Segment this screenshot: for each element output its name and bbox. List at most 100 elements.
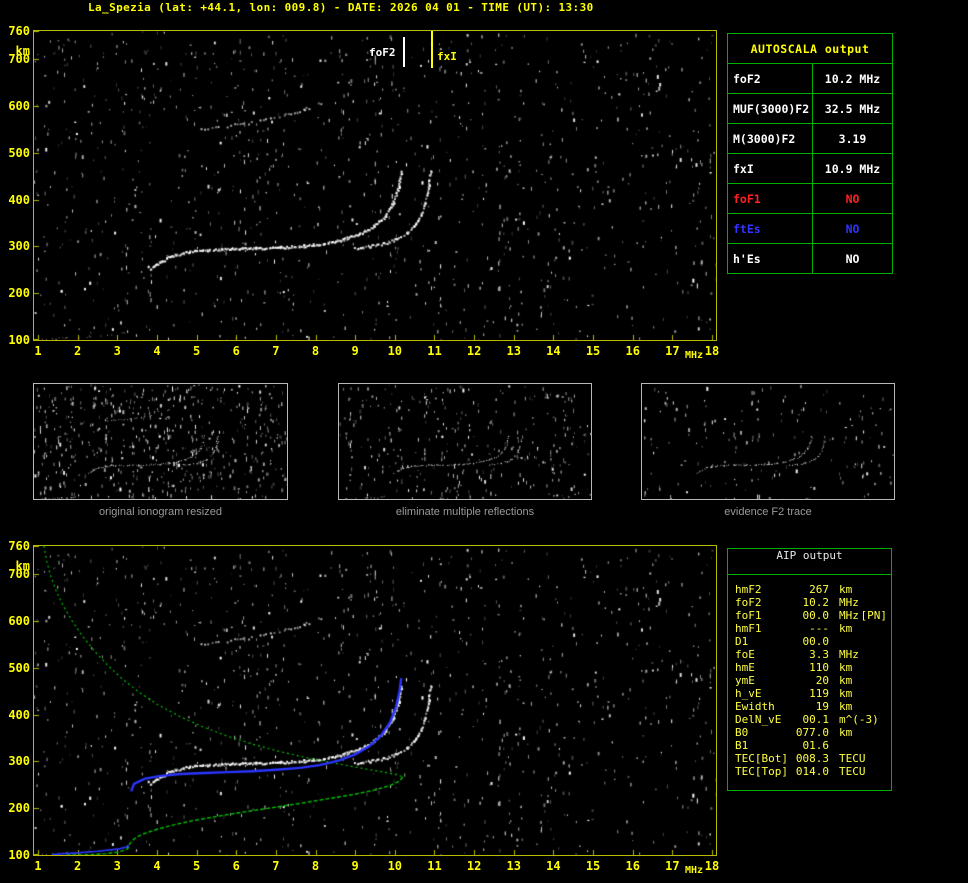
autoscala-header: AUTOSCALA output [727, 33, 893, 64]
x-axis-tick-label: 2 [74, 344, 82, 358]
autoscala-param-value: 10.9 MHz [812, 153, 893, 184]
x-axis-tick-label: 11 [427, 859, 442, 873]
x-axis-tick-label: 12 [466, 859, 482, 873]
aip-param-unit: km [839, 622, 853, 635]
y-axis-tick-label: 300 [8, 239, 30, 254]
y-axis-tick-label: 200 [8, 286, 30, 301]
autoscala-param-label: M(3000)F2 [727, 123, 813, 154]
x-axis-tick-label: 9 [351, 344, 359, 358]
fxi-label: fxI [437, 50, 457, 63]
fxi-marker-line [431, 31, 433, 68]
aip-param-unit: MHz [839, 609, 859, 622]
aip-param-flag: [PN] [860, 609, 888, 622]
x-axis-tick-label: 15 [585, 859, 601, 873]
autoscala-param-label: MUF(3000)F2 [727, 93, 813, 124]
x-axis-tick-label: 6 [232, 344, 240, 358]
autoscala-param-value: 32.5 MHz [812, 93, 893, 124]
autoscala-param-label: foF1 [727, 183, 813, 214]
aip-param-value: 19 [815, 700, 829, 713]
autoscala-param-value: NO [812, 183, 893, 214]
autoscala-row: M(3000)F2 3.19 [727, 123, 893, 154]
y-axis-tick-label: 500 [8, 660, 30, 675]
aip-param-value: 00.0 [802, 635, 830, 648]
y-axis-tick-label: 400 [8, 707, 30, 722]
aip-param-value: 01.6 [802, 739, 830, 752]
y-axis-tick-label: 760 [8, 24, 30, 38]
aip-param-label: TEC[Bot] [735, 752, 788, 765]
x-axis-tick-label: 7 [272, 859, 280, 873]
x-axis-tick-label: 5 [192, 344, 201, 358]
x-axis-tick-label: 3 [113, 859, 121, 873]
x-axis-tick-label: 17 [665, 344, 680, 358]
aip-header: AIP output [728, 549, 891, 575]
x-axis-tick-label: 3 [113, 344, 121, 358]
autoscala-row: h'Es NO [727, 243, 893, 274]
x-axis-tick-label: 13 [506, 859, 521, 873]
aip-param-unit: km [839, 726, 853, 739]
aip-param-value: 119 [809, 687, 829, 700]
x-axis-tick-label: 18 [704, 859, 720, 873]
y-axis-tick-label: 760 [8, 539, 30, 553]
x-axis-tick-label: 14 [546, 859, 561, 873]
thumbnail-original-canvas [34, 384, 287, 499]
aip-param-value: 077.0 [795, 726, 829, 739]
x-axis-tick-label: 8 [311, 344, 320, 358]
ionogram-plot-top: foF2 fxI [33, 30, 717, 341]
x-axis-tick-label: 10 [387, 344, 403, 358]
caption-f2-trace: evidence F2 trace [724, 506, 812, 518]
aip-row: ymE 20 km [735, 674, 891, 687]
aip-param-value: 00.1 [802, 713, 830, 726]
y-axis-tick-label: 300 [8, 754, 30, 769]
aip-param-label: foF2 [735, 596, 762, 609]
aip-param-label: hmF2 [735, 583, 762, 596]
aip-param-unit: km [839, 583, 853, 596]
aip-param-label: foE [735, 648, 755, 661]
aip-param-unit: km [839, 687, 853, 700]
aip-param-value: 20 [815, 674, 829, 687]
aip-param-value: --- [809, 622, 829, 635]
x-axis-unit-label: MHz [685, 865, 704, 876]
x-axis-tick-label: 7 [272, 344, 280, 358]
y-axis-tick-label: 200 [8, 801, 30, 816]
autoscala-param-value: 3.19 [812, 123, 893, 154]
aip-row: DelN_vE 00.1 m^(-3) [735, 713, 891, 726]
aip-row: hmF2 267 km [735, 583, 891, 596]
aip-param-label: hmF1 [735, 622, 762, 635]
aip-row: foE 3.3 MHz [735, 648, 891, 661]
aip-output-panel: AIP output hmF2 267 km foF2 10.2 MHz foF1 00.0 M… [727, 548, 892, 791]
x-axis-tick-label: 4 [153, 344, 161, 358]
fof2-marker-line [403, 37, 405, 67]
aip-row: B0 077.0 km [735, 726, 891, 739]
aip-param-value: 267 [809, 583, 829, 596]
autoscala-row: foF2 10.2 MHz [727, 63, 893, 94]
aip-param-unit: km [839, 674, 853, 687]
aip-param-label: Ewidth [735, 700, 775, 713]
ionogram-canvas-top [34, 31, 716, 340]
autoscala-param-value: NO [812, 213, 893, 244]
thumbnail-no-multiples [338, 383, 592, 500]
y-axis-tick-label: 600 [8, 613, 30, 628]
caption-no-multiples: eliminate multiple reflections [395, 506, 535, 518]
autoscala-row: ftEs NO [727, 213, 893, 244]
y-axis-unit-label: km [15, 559, 30, 573]
autoscala-param-value: NO [812, 243, 893, 274]
aip-row: hmE 110 km [735, 661, 891, 674]
x-axis-tick-label: 1 [34, 344, 42, 358]
aip-param-label: h_vE [735, 687, 762, 700]
aip-row: B1 01.6 [735, 739, 891, 752]
x-axis-tick-label: 10 [387, 859, 403, 873]
y-axis-tick-label: 100 [8, 848, 30, 862]
aip-param-label: B0 [735, 726, 749, 739]
aip-row: D1 00.0 [735, 635, 891, 648]
y-axis-tick-label: 100 [8, 333, 30, 347]
aip-param-label: foF1 [735, 609, 762, 622]
window-title: La_Spezia (lat: +44.1, lon: 009.8) - DAT… [88, 1, 594, 14]
thumbnail-f2-trace [641, 383, 895, 500]
x-axis-tick-label: 4 [153, 859, 161, 873]
x-axis-tick-label: 9 [351, 859, 359, 873]
aip-param-label: hmE [735, 661, 755, 674]
aip-row: hmF1 --- km [735, 622, 891, 635]
aip-param-unit: TECU [839, 765, 866, 778]
autoscala-row: fxI 10.9 MHz [727, 153, 893, 184]
aip-param-unit: km [839, 661, 853, 674]
